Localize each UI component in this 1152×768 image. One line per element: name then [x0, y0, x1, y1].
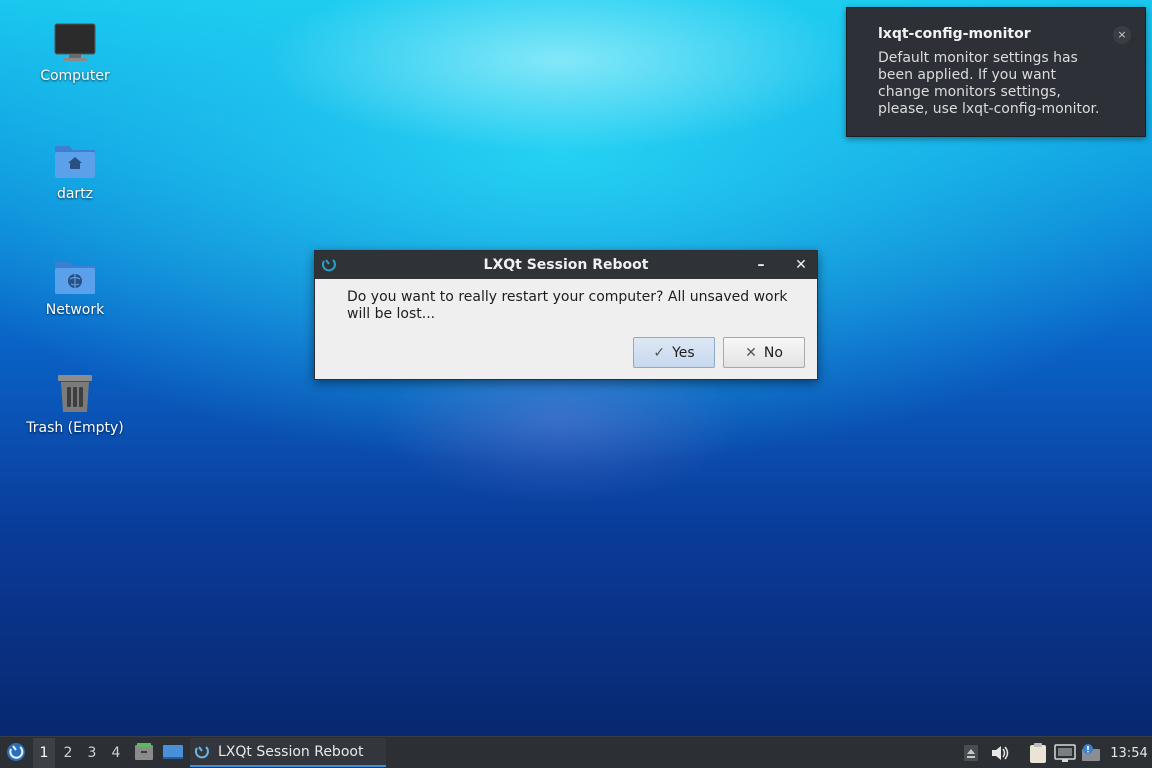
dialog-title: LXQt Session Reboot [483, 257, 649, 273]
desktop-icon-label: dartz [56, 186, 94, 202]
notification-close-button[interactable]: × [1113, 26, 1131, 44]
trash-icon [58, 375, 92, 412]
desktop-switch-1[interactable]: 1 [33, 738, 55, 768]
desktop-switch-4[interactable]: 4 [105, 738, 127, 768]
clipboard-button[interactable] [1027, 742, 1049, 764]
volume-icon [992, 746, 1009, 760]
clipboard-icon [1030, 743, 1046, 763]
file-manager-icon [135, 743, 153, 760]
notification-body: Default monitor settings has been applie… [878, 50, 1100, 117]
lxqt-menu-icon [7, 743, 25, 761]
show-desktop-icon [163, 745, 183, 759]
desktop-icon-label: Computer [40, 68, 110, 84]
desktop-switch-3[interactable]: 3 [81, 738, 103, 768]
tray-expand-button[interactable] [962, 743, 980, 763]
main-menu-button[interactable] [4, 740, 28, 764]
lxqt-logo-icon [194, 745, 209, 758]
yes-button-label: Yes [672, 344, 695, 361]
notification-title: lxqt-config-monitor [878, 26, 1031, 42]
desktop-icon-label: Network [45, 302, 105, 318]
desktop-icon-trash[interactable]: Trash (Empty) [20, 372, 130, 436]
notification-popup[interactable]: lxqt-config-monitor Default monitor sett… [846, 7, 1146, 137]
no-button-label: No [763, 344, 783, 361]
update-notifier-button[interactable] [1080, 742, 1102, 764]
dialog-message: Do you want to really restart your compu… [347, 289, 788, 322]
home-folder-icon [55, 146, 95, 178]
network-status-button[interactable] [1054, 742, 1076, 764]
close-button[interactable]: ✕ [791, 255, 811, 275]
arrow-up-icon [964, 745, 978, 761]
desktop-icon-network[interactable]: Network [20, 256, 130, 318]
network-folder-icon [55, 262, 95, 294]
lxqt-logo-icon [321, 257, 337, 277]
reboot-dialog: LXQt Session Reboot – ✕ Do you want to r… [314, 250, 818, 380]
alert-icon [1082, 744, 1100, 761]
minimize-button[interactable]: – [751, 255, 771, 275]
desktop-icon-computer[interactable]: Computer [20, 22, 130, 84]
checkmark-icon: ✓ [653, 344, 666, 361]
clock[interactable]: 13:54 [1106, 737, 1152, 768]
task-label: LXQt Session Reboot [218, 743, 364, 760]
volume-button[interactable] [990, 743, 1010, 763]
desktop-icon-home-folder[interactable]: dartz [20, 140, 130, 202]
yes-button[interactable]: ✓ Yes [633, 337, 715, 368]
taskbar: 1 2 3 4 LXQt Session Reboot 13:54 [0, 736, 1152, 768]
file-manager-launcher[interactable] [134, 742, 154, 762]
show-desktop-button[interactable] [162, 742, 184, 762]
network-wired-icon [1054, 744, 1076, 762]
dialog-titlebar[interactable]: LXQt Session Reboot – ✕ [315, 251, 817, 279]
no-button[interactable]: ✕ No [723, 337, 805, 368]
cross-icon: ✕ [745, 344, 757, 361]
monitor-icon [54, 23, 96, 61]
desktop-icon-label: Trash (Empty) [26, 420, 124, 436]
desktop-switch-2[interactable]: 2 [57, 738, 79, 768]
taskbar-task-reboot[interactable]: LXQt Session Reboot [190, 738, 386, 767]
